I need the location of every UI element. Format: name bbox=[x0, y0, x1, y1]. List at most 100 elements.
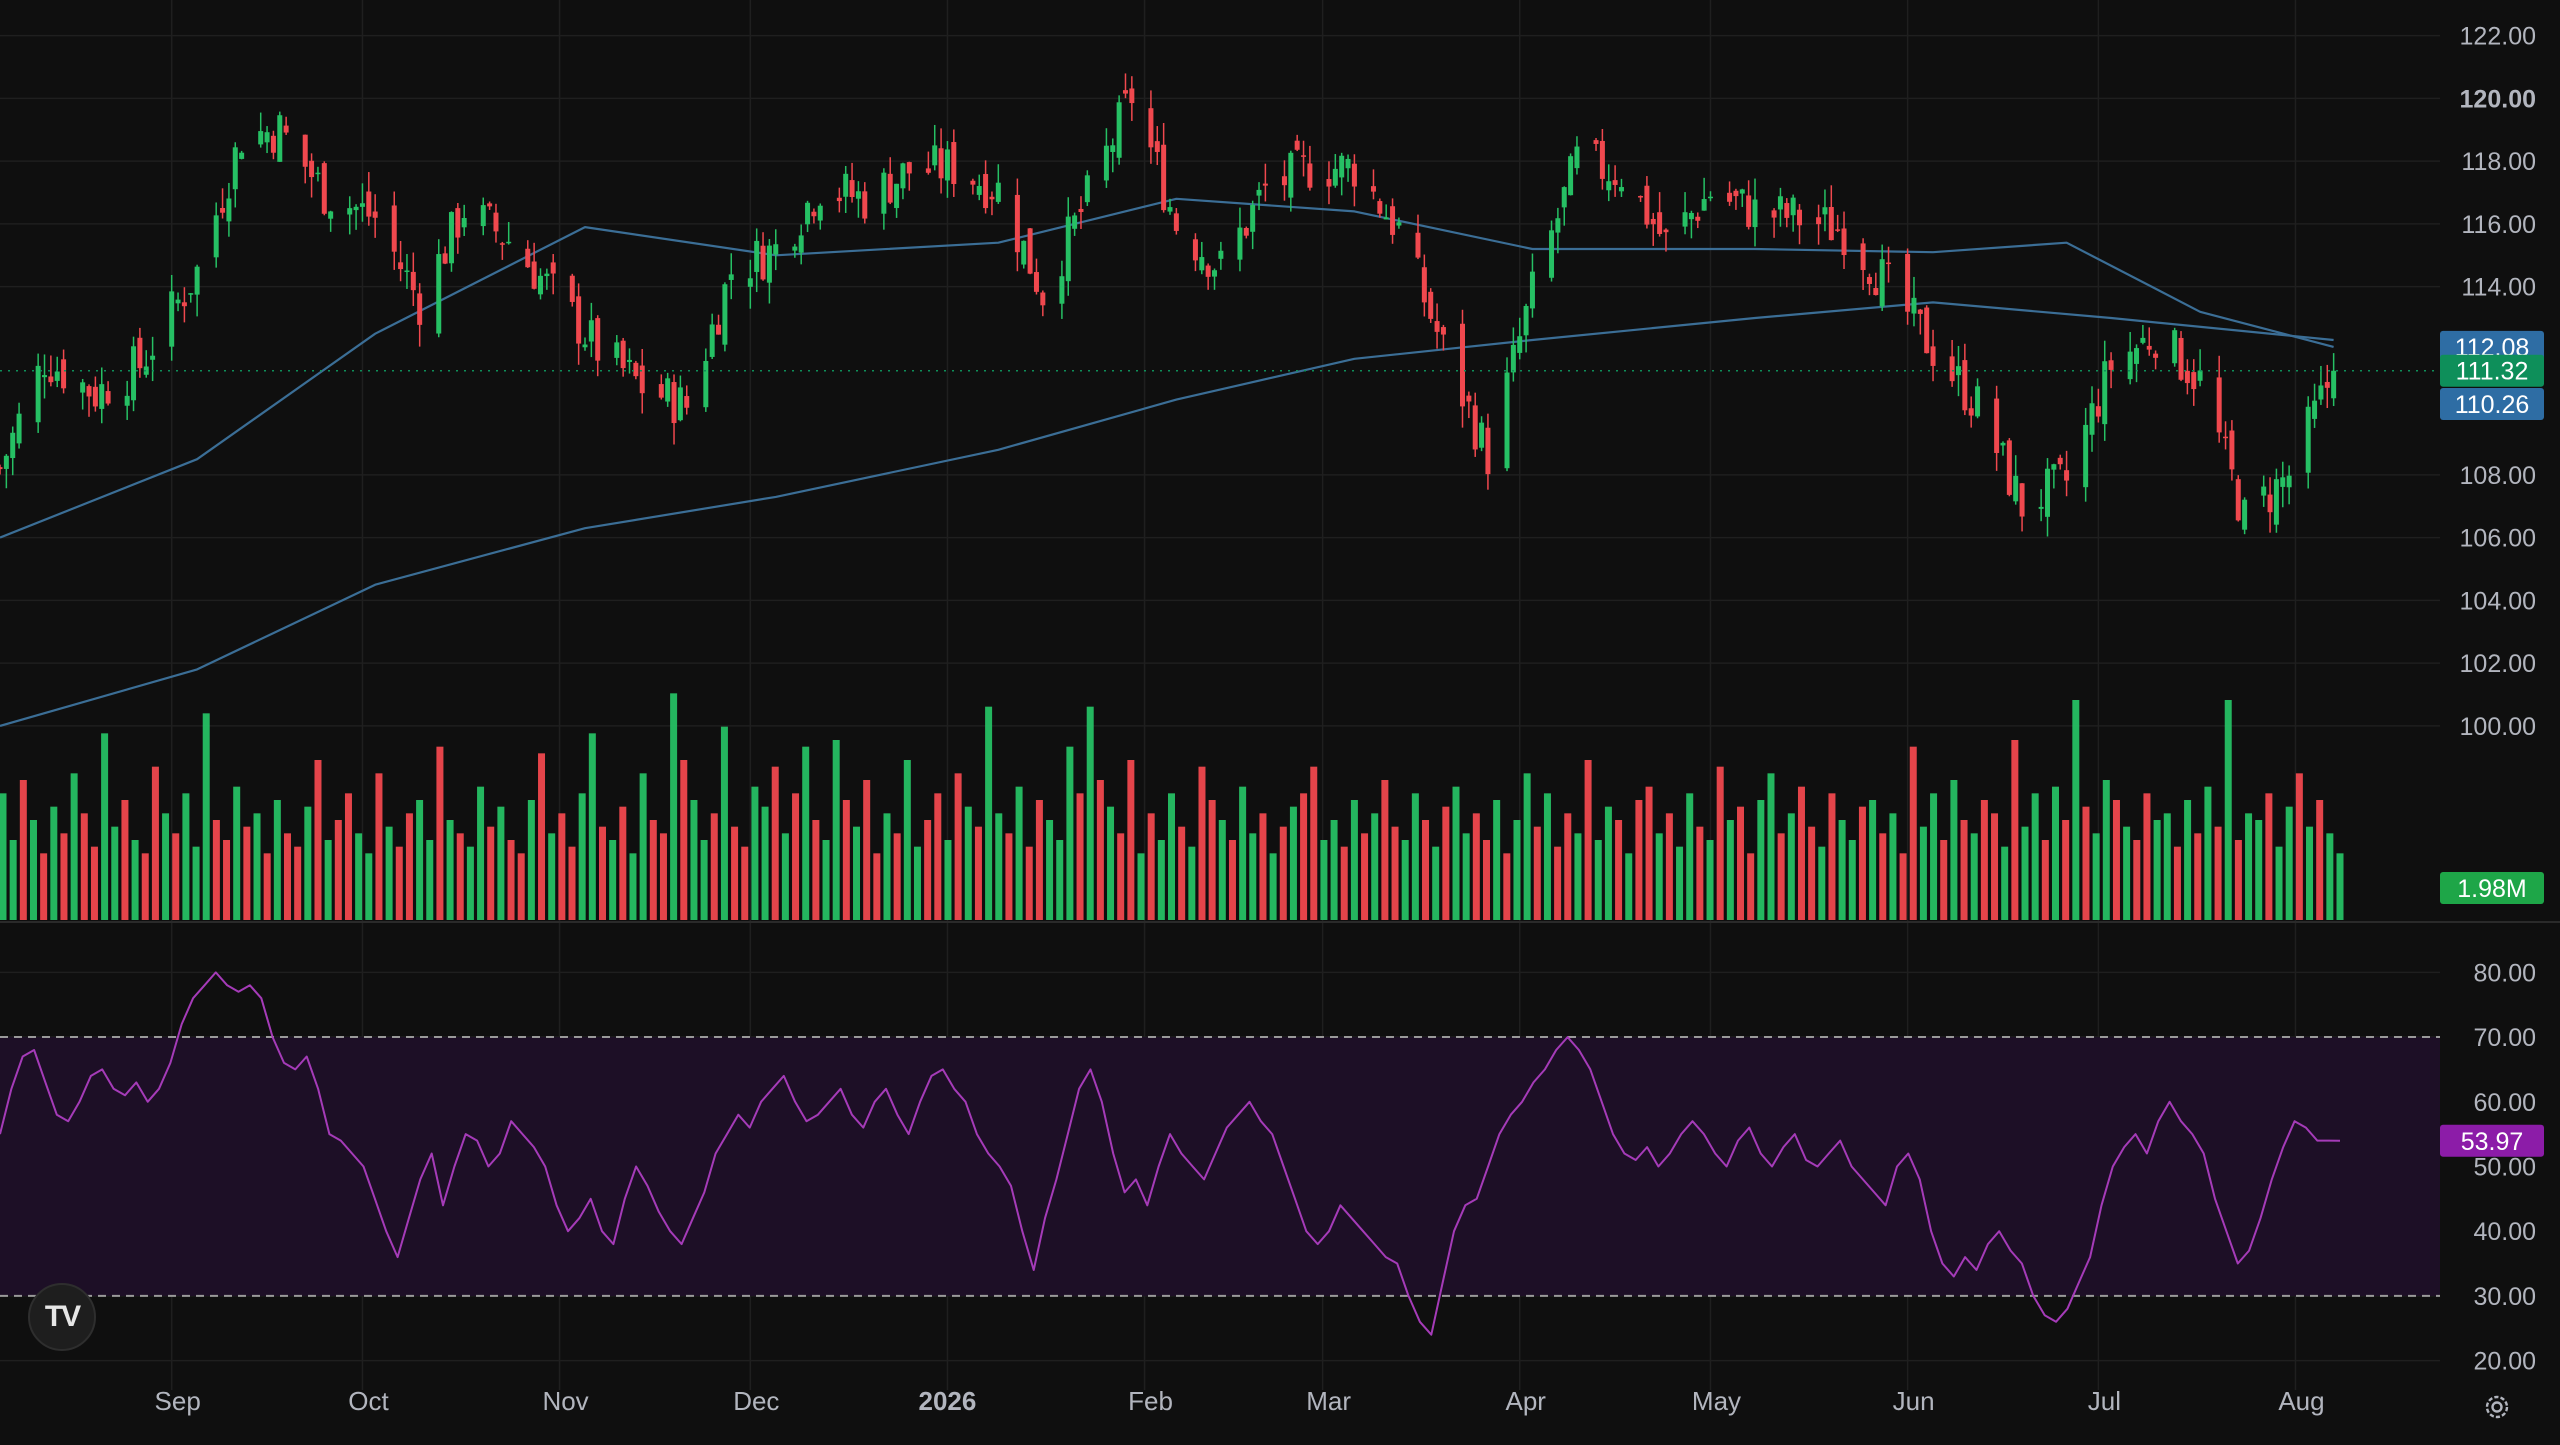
candle-body[interactable] bbox=[1383, 217, 1389, 220]
candle-body[interactable] bbox=[1949, 356, 1955, 382]
candle-body[interactable] bbox=[1110, 145, 1116, 153]
candle-body[interactable] bbox=[1549, 230, 1555, 278]
candle-body[interactable] bbox=[1428, 291, 1434, 319]
candle-body[interactable] bbox=[1084, 175, 1090, 203]
candles[interactable] bbox=[0, 73, 2337, 537]
candle-body[interactable] bbox=[499, 243, 505, 245]
candle-body[interactable] bbox=[1529, 271, 1535, 309]
candle-body[interactable] bbox=[2051, 464, 2057, 470]
candle-body[interactable] bbox=[1561, 187, 1567, 208]
candle-body[interactable] bbox=[754, 240, 760, 272]
candle-body[interactable] bbox=[658, 384, 664, 398]
candle-body[interactable] bbox=[1460, 323, 1465, 407]
candle-body[interactable] bbox=[1739, 189, 1745, 194]
candle-body[interactable] bbox=[976, 186, 982, 195]
candle-body[interactable] bbox=[2038, 506, 2044, 509]
candle-body[interactable] bbox=[506, 241, 512, 244]
candle-body[interactable] bbox=[722, 284, 728, 345]
candle-body[interactable] bbox=[817, 205, 823, 221]
candle-body[interactable] bbox=[1027, 228, 1033, 274]
candle-body[interactable] bbox=[48, 376, 54, 383]
candle-body[interactable] bbox=[1911, 297, 1917, 314]
candle-body[interactable] bbox=[3, 455, 9, 469]
time-axis[interactable]: Sep Oct Nov Dec 2026 Feb Mar Apr May Jun Jul Aug bbox=[155, 1386, 2325, 1416]
candle-body[interactable] bbox=[1440, 327, 1446, 335]
candle-body[interactable] bbox=[2000, 442, 2006, 446]
candle-body[interactable] bbox=[1866, 277, 1872, 284]
candle-body[interactable] bbox=[1905, 253, 1911, 312]
candle-body[interactable] bbox=[855, 191, 861, 199]
candle-body[interactable] bbox=[1078, 208, 1084, 213]
candle-body[interactable] bbox=[493, 212, 499, 232]
candle-body[interactable] bbox=[461, 218, 467, 228]
candle-body[interactable] bbox=[2146, 345, 2152, 350]
candle-body[interactable] bbox=[1841, 228, 1847, 256]
candle-body[interactable] bbox=[773, 244, 779, 255]
candle-body[interactable] bbox=[703, 360, 709, 408]
candle-body[interactable] bbox=[1281, 176, 1287, 186]
candle-body[interactable] bbox=[2095, 406, 2101, 417]
candle-body[interactable] bbox=[1822, 207, 1828, 215]
candle-body[interactable] bbox=[2324, 381, 2330, 388]
candle-body[interactable] bbox=[1307, 163, 1313, 188]
candle-body[interactable] bbox=[595, 318, 601, 361]
candle-body[interactable] bbox=[213, 215, 219, 258]
candle-body[interactable] bbox=[944, 149, 950, 181]
candle-body[interactable] bbox=[92, 386, 98, 407]
candle-body[interactable] bbox=[2235, 479, 2241, 521]
candle-body[interactable] bbox=[1243, 228, 1249, 236]
candle-body[interactable] bbox=[2019, 483, 2025, 517]
candle-body[interactable] bbox=[1644, 185, 1650, 225]
candle-body[interactable] bbox=[1072, 215, 1078, 229]
candle-body[interactable] bbox=[455, 208, 461, 238]
candle-body[interactable] bbox=[2172, 330, 2178, 364]
candle-body[interactable] bbox=[181, 302, 187, 307]
candle-body[interactable] bbox=[1262, 183, 1268, 186]
candle-body[interactable] bbox=[1879, 259, 1885, 307]
candle-body[interactable] bbox=[1886, 262, 1892, 265]
candle-body[interactable] bbox=[1301, 155, 1307, 157]
candle-body[interactable] bbox=[0, 467, 3, 470]
candle-body[interactable] bbox=[525, 248, 531, 268]
candle-body[interactable] bbox=[328, 211, 334, 219]
candle-body[interactable] bbox=[2191, 372, 2197, 390]
candle-body[interactable] bbox=[1148, 108, 1154, 148]
candle-body[interactable] bbox=[1574, 146, 1580, 169]
candle-body[interactable] bbox=[150, 355, 156, 360]
candle-body[interactable] bbox=[480, 205, 486, 227]
candle-body[interactable] bbox=[10, 432, 16, 459]
candle-body[interactable] bbox=[1237, 227, 1243, 260]
candle-body[interactable] bbox=[1593, 140, 1599, 144]
candle-body[interactable] bbox=[1777, 196, 1783, 210]
candle-body[interactable] bbox=[1415, 232, 1421, 258]
candle-body[interactable] bbox=[1434, 321, 1440, 332]
candle-body[interactable] bbox=[1377, 201, 1383, 214]
candle-body[interactable] bbox=[1727, 192, 1733, 202]
candle-body[interactable] bbox=[938, 148, 944, 179]
candle-body[interactable] bbox=[766, 245, 772, 283]
candle-body[interactable] bbox=[1784, 203, 1790, 218]
candle-body[interactable] bbox=[448, 212, 454, 264]
candle-body[interactable] bbox=[417, 293, 423, 325]
candle-body[interactable] bbox=[983, 174, 989, 209]
candle-body[interactable] bbox=[887, 173, 893, 203]
candle-body[interactable] bbox=[1975, 386, 1981, 417]
candle-body[interactable] bbox=[2045, 468, 2050, 517]
candle-body[interactable] bbox=[843, 173, 849, 197]
candle-body[interactable] bbox=[264, 132, 270, 143]
candle-body[interactable] bbox=[1523, 305, 1529, 336]
candle-body[interactable] bbox=[42, 375, 48, 378]
candle-body[interactable] bbox=[436, 254, 442, 334]
candle-body[interactable] bbox=[283, 125, 289, 133]
candle-body[interactable] bbox=[175, 299, 181, 304]
candle-body[interactable] bbox=[353, 206, 359, 211]
candle-body[interactable] bbox=[1421, 267, 1427, 303]
candle-body[interactable] bbox=[16, 413, 22, 444]
candle-body[interactable] bbox=[1930, 346, 1936, 366]
candle-body[interactable] bbox=[1790, 197, 1796, 216]
candle-body[interactable] bbox=[1606, 181, 1612, 191]
candle-body[interactable] bbox=[1332, 168, 1338, 186]
candle-body[interactable] bbox=[2140, 337, 2146, 343]
candle-body[interactable] bbox=[811, 211, 817, 217]
candle-body[interactable] bbox=[1707, 196, 1713, 199]
